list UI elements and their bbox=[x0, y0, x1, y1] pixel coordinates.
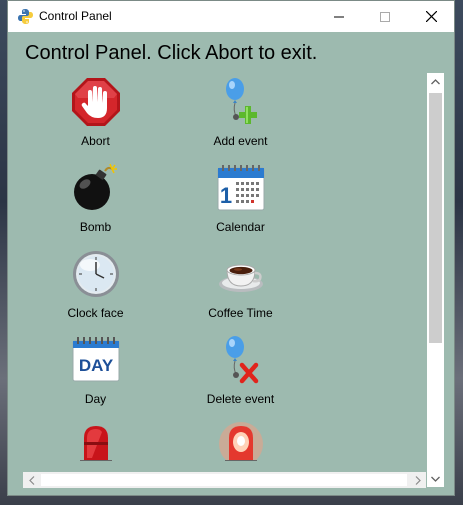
python-logo-icon bbox=[18, 9, 33, 24]
bomb-icon bbox=[73, 163, 117, 210]
horizontal-scroll-thumb[interactable] bbox=[41, 474, 407, 486]
window-title: Control Panel bbox=[39, 9, 112, 23]
maximize-icon bbox=[380, 11, 390, 22]
item-label: Clock face bbox=[67, 306, 124, 320]
minimize-button[interactable] bbox=[316, 1, 362, 32]
item-label: Add event bbox=[213, 134, 268, 148]
panel-heading: Control Panel. Click Abort to exit. bbox=[25, 42, 318, 64]
day-item[interactable]: DAY Day bbox=[23, 331, 168, 417]
chevron-left-icon bbox=[28, 475, 34, 485]
item-label: Delete event bbox=[206, 392, 275, 406]
item-label: Bomb bbox=[79, 220, 112, 234]
stop-hand-icon bbox=[71, 78, 120, 126]
scroll-up-button[interactable] bbox=[427, 73, 444, 90]
day-calendar-icon: DAY bbox=[72, 337, 119, 382]
scroll-right-button[interactable] bbox=[409, 472, 426, 488]
minimize-icon bbox=[334, 16, 344, 17]
calendar-number: 1 bbox=[219, 183, 231, 208]
close-icon bbox=[425, 11, 437, 22]
balloon-delete-icon bbox=[225, 336, 258, 384]
horizontal-scrollbar[interactable] bbox=[23, 472, 426, 488]
close-button[interactable] bbox=[408, 1, 454, 32]
scroll-down-button[interactable] bbox=[427, 470, 444, 487]
icon-grid-viewport: Abort Add event Bomb 1 Calendar Clock fa… bbox=[23, 73, 424, 461]
chevron-up-icon bbox=[431, 78, 440, 84]
abort-item[interactable]: Abort bbox=[23, 73, 168, 159]
red-siren-item[interactable] bbox=[23, 417, 168, 461]
calendar-item[interactable]: 1 Calendar bbox=[168, 159, 313, 245]
maximize-button[interactable] bbox=[362, 1, 408, 32]
red-siren-icon bbox=[79, 426, 112, 461]
coffee-time-item[interactable]: Coffee Time bbox=[168, 245, 313, 331]
bomb-item[interactable]: Bomb bbox=[23, 159, 168, 245]
title-bar[interactable]: Control Panel bbox=[8, 1, 454, 32]
vertical-scrollbar[interactable] bbox=[427, 73, 444, 487]
day-word: DAY bbox=[78, 356, 113, 375]
coffee-cup-icon bbox=[218, 264, 263, 292]
item-label: Coffee Time bbox=[208, 306, 273, 320]
chevron-right-icon bbox=[415, 475, 421, 485]
delete-event-item[interactable]: Delete event bbox=[168, 331, 313, 417]
chevron-down-icon bbox=[431, 476, 440, 482]
icon-grid: Abort Add event Bomb 1 Calendar Clock fa… bbox=[23, 73, 323, 461]
clock-face-icon bbox=[72, 251, 119, 297]
lit-siren-icon bbox=[218, 422, 263, 461]
lit-siren-item[interactable] bbox=[168, 417, 313, 461]
item-label: Day bbox=[84, 392, 107, 406]
scroll-left-button[interactable] bbox=[23, 472, 40, 488]
clock-face-item[interactable]: Clock face bbox=[23, 245, 168, 331]
item-label: Abort bbox=[81, 134, 110, 148]
item-label: Calendar bbox=[216, 220, 265, 234]
add-event-item[interactable]: Add event bbox=[168, 73, 313, 159]
balloon-add-icon bbox=[225, 78, 257, 124]
vertical-scroll-thumb[interactable] bbox=[429, 93, 442, 343]
calendar-icon: 1 bbox=[217, 165, 264, 211]
control-panel-window: Control Panel Control Panel. Click Abort… bbox=[7, 0, 455, 496]
